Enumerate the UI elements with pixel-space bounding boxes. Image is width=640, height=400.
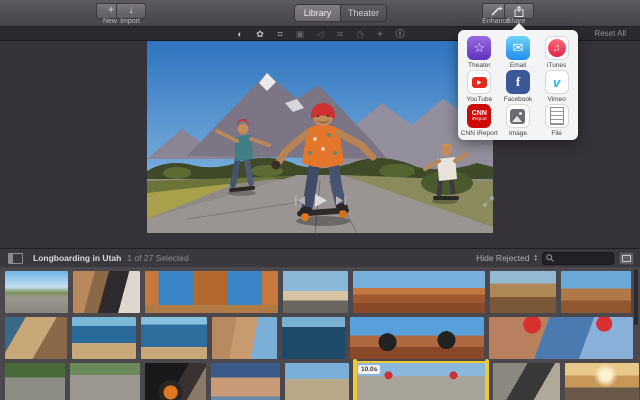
plus-icon: + (108, 5, 114, 16)
share-icon (514, 6, 524, 17)
color-balance-icon[interactable]: ◐ (235, 28, 246, 40)
thumbnail-cliff-walk[interactable] (72, 317, 136, 359)
import-button[interactable]: ↓ (116, 3, 146, 19)
email-icon: ✉ (506, 36, 530, 60)
thumbnail-appearance-button[interactable] (619, 252, 634, 265)
share-item-theater[interactable]: ☆ Theater (460, 36, 499, 70)
thumbnail-person-portrait[interactable] (283, 271, 348, 313)
hide-rejected-filter[interactable]: Hide Rejected (476, 253, 529, 263)
filmstrip-row-3: 10.0s (5, 363, 639, 400)
theater-icon: ☆ (467, 36, 491, 60)
thumbnail-guitar-group[interactable] (5, 317, 67, 359)
thumbnail-selected-clip[interactable]: 10.0s (354, 361, 488, 400)
thumbnail-skateboard-wheel[interactable] (145, 363, 206, 400)
speed-icon[interactable]: ◷ (355, 28, 366, 40)
thumbnail-mountain-biking[interactable] (350, 317, 484, 359)
trim-handle-left[interactable] (353, 359, 357, 400)
previous-frame-icon[interactable] (295, 196, 305, 205)
thumbnail-longboard-crouch[interactable] (70, 363, 140, 400)
thumbnail-helmet-girl[interactable] (211, 363, 280, 400)
fullscreen-icon[interactable] (483, 196, 494, 207)
reset-all-button[interactable]: Reset All (594, 29, 626, 38)
tab-theater[interactable]: Theater (340, 5, 386, 21)
enhance-wand-icon (491, 6, 503, 16)
library-theater-segmented-control: Library Theater (294, 4, 387, 22)
trim-handle-right[interactable] (485, 359, 489, 400)
import-button-label: Import (113, 18, 147, 25)
thumbnail-skater-boy[interactable] (285, 363, 349, 400)
file-icon (545, 104, 569, 128)
cnn-ireport-icon: CNNiReport (467, 104, 491, 128)
share-button[interactable] (504, 3, 534, 19)
thumbnail-selfie-trio[interactable] (212, 317, 277, 359)
selection-count: 1 of 27 Selected (127, 253, 188, 263)
thumbnail-longboard-downhill[interactable] (5, 363, 65, 400)
search-field[interactable] (542, 252, 614, 265)
tab-library[interactable]: Library (295, 5, 340, 21)
share-item-itunes[interactable]: ♫ iTunes (537, 36, 576, 70)
thumbnail-water-jump[interactable] (282, 317, 345, 359)
thumbnail-desert-road[interactable] (5, 271, 68, 313)
thumbnail-bike-on-road[interactable] (493, 363, 560, 400)
thumbnail-sunset-silhouette[interactable] (565, 363, 639, 400)
imovie-window: + New ↓ Import Library Theater Enhance S… (0, 0, 640, 400)
thumbnail-canyon-overlook[interactable] (490, 271, 556, 313)
clip-info-bar: Longboarding in Utah 1 of 27 Selected Hi… (0, 248, 640, 268)
clip-title: Longboarding in Utah (33, 253, 121, 263)
search-input[interactable] (556, 253, 610, 264)
share-item-vimeo[interactable]: v Vimeo (537, 70, 576, 104)
search-icon (546, 254, 554, 262)
sidebar-toggle-icon[interactable] (8, 253, 23, 264)
share-item-image[interactable]: Image (499, 104, 538, 138)
chevron-up-down-icon[interactable]: ▴▾ (534, 254, 537, 262)
crop-icon[interactable]: ⌗ (275, 28, 286, 40)
stabilization-icon[interactable]: ▣ (295, 28, 306, 40)
filmstrip-scrollbar[interactable] (634, 269, 638, 325)
thumbnail-sunglasses-closeup[interactable] (73, 271, 140, 313)
share-item-youtube[interactable]: ▶ YouTube (460, 70, 499, 104)
thumbnail-rock-arch[interactable] (145, 271, 278, 313)
clip-duration-badge: 10.0s (358, 365, 380, 374)
filmstrip-browser: 10.0s (0, 267, 640, 400)
filmstrip-row-2 (5, 317, 633, 359)
itunes-icon: ♫ (545, 36, 569, 60)
facebook-icon: f (506, 70, 530, 94)
next-frame-icon[interactable] (336, 196, 346, 205)
playback-controls (0, 194, 640, 207)
share-item-facebook[interactable]: f Facebook (499, 70, 538, 104)
effects-icon[interactable]: ✦ (375, 28, 386, 40)
import-arrow-icon: ↓ (129, 5, 134, 16)
share-popover: ☆ Theater ✉ Email ♫ iTunes ▶ YouTube f F… (458, 30, 578, 140)
top-toolbar: + New ↓ Import Library Theater Enhance S… (0, 0, 640, 27)
noise-reduction-icon[interactable]: ≋ (335, 28, 346, 40)
volume-icon[interactable]: ◁ (315, 28, 326, 40)
share-item-email[interactable]: ✉ Email (499, 36, 538, 70)
share-item-cnn-ireport[interactable]: CNNiReport CNN iReport (460, 104, 499, 138)
play-icon[interactable] (314, 194, 327, 207)
vimeo-icon: v (545, 70, 569, 94)
thumbnail-red-helmet-selfie[interactable] (489, 317, 633, 359)
filmstrip-row-1 (5, 271, 631, 313)
thumbnail-monument-valley[interactable] (353, 271, 485, 313)
youtube-icon: ▶ (467, 70, 491, 94)
thumbnail-group-on-rocks[interactable] (561, 271, 631, 313)
share-item-file[interactable]: File (537, 104, 576, 138)
color-correction-icon[interactable]: ✿ (255, 28, 266, 40)
thumbnail-cliff-jump[interactable] (141, 317, 207, 359)
info-icon[interactable]: ⓘ (395, 28, 406, 40)
image-icon (506, 104, 530, 128)
